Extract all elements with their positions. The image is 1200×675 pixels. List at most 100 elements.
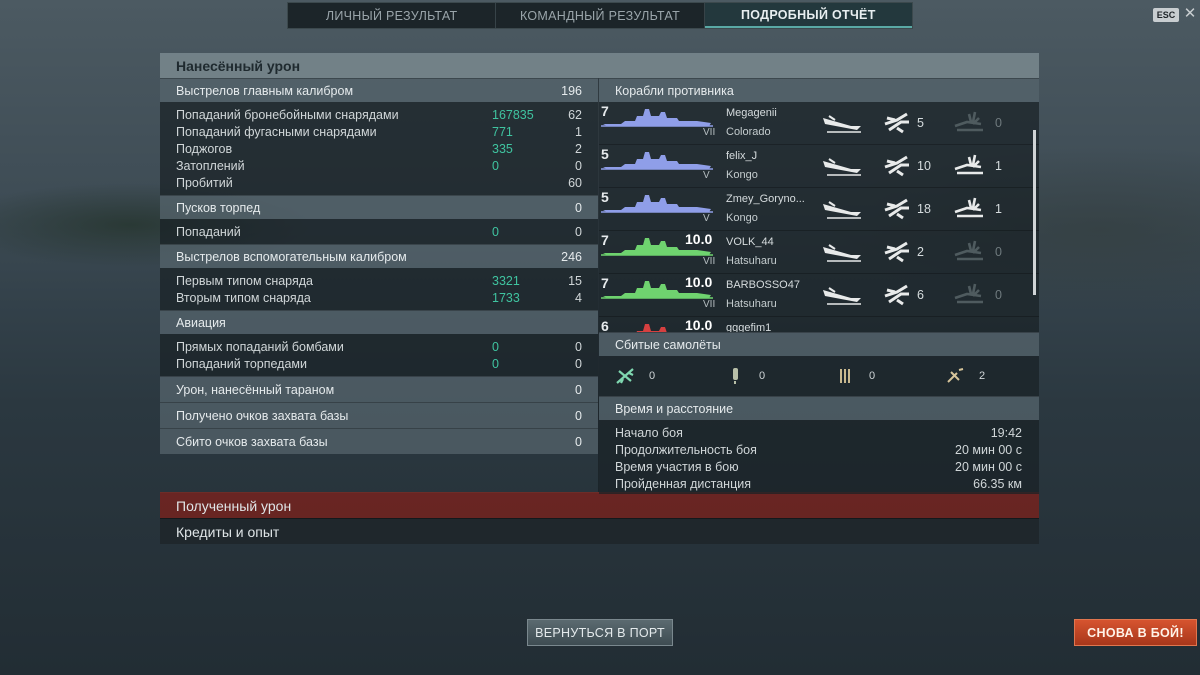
section-label: Авиация	[176, 315, 226, 330]
stat-row: Поджогов 335 2	[176, 141, 582, 156]
return-to-port-button[interactable]: ВЕРНУТЬСЯ В ПОРТ	[527, 619, 673, 646]
ship-tier: VII	[703, 299, 716, 310]
fire-icon	[884, 198, 909, 220]
stat-row: Первым типом снаряда 3321 15	[176, 273, 582, 288]
section-label: Выстрелов вспомогательным калибром	[176, 249, 407, 264]
stat-row: Попаданий торпедами 0 0	[176, 356, 582, 371]
fires-count: 5	[917, 116, 924, 130]
secondary-battery-header: Выстрелов вспомогательным калибром 246	[160, 244, 598, 268]
torpedo-bomber-icon	[840, 369, 850, 383]
received-damage-section[interactable]: Полученный урон	[160, 492, 1039, 518]
section-value: 246	[561, 249, 582, 264]
spotter-icon	[947, 368, 964, 383]
plane-stat: 0	[599, 367, 709, 385]
fires-count: 10	[917, 159, 931, 173]
flooding-icon	[954, 154, 983, 175]
fires-count: 6	[917, 288, 924, 302]
enemy-ships-list[interactable]: 7 VII Megagenii Colorado 5 0 5 Vfelix_J Kongo 10 1…	[599, 102, 1039, 332]
battle-again-button[interactable]: СНОВА В БОЙ!	[1074, 619, 1197, 646]
stat-row: Попаданий 0 0	[176, 224, 582, 239]
stat-row: Пробитий 60	[176, 175, 582, 190]
report-tabs: ЛИЧНЫЙ РЕЗУЛЬТАТ КОМАНДНЫЙ РЕЗУЛЬТАТ ПОД…	[287, 2, 913, 29]
flooding-count: 0	[995, 116, 1002, 130]
player-name: felix_J	[726, 150, 758, 162]
ram-damage-row: Урон, нанесённый тараном 0	[160, 376, 598, 402]
ship-level: 6	[601, 318, 609, 332]
capture-points-row: Получено очков захвата базы 0	[160, 402, 598, 428]
stat-row: Попаданий фугасными снарядами 771 1	[176, 124, 582, 139]
ship-level: 5	[601, 189, 609, 205]
ship-silhouette-icon	[601, 152, 713, 170]
section-value: 0	[575, 200, 582, 215]
ship-level: 5	[601, 146, 609, 162]
bomber-icon	[733, 368, 738, 384]
section-label: Выстрелов главным калибром	[176, 83, 354, 98]
stat-row: Вторым типом снаряда 1733 4	[176, 290, 582, 305]
ship-hp-value: 10.0	[685, 231, 713, 247]
enemy-ship-row: 7 VII Megagenii Colorado 5 0	[599, 102, 1039, 145]
scrollbar[interactable]	[1033, 130, 1036, 295]
esc-key-hint: ESC	[1153, 8, 1179, 22]
planes-header: Сбитые самолёты	[599, 332, 1039, 356]
enemy-ship-row: 5 Vfelix_J Kongo 10 1	[599, 145, 1039, 188]
tab-detailed-report[interactable]: ПОДРОБНЫЙ ОТЧЁТ	[704, 3, 912, 28]
stat-row: Попаданий бронебойными снарядами 167835 62	[176, 107, 582, 122]
enemy-ships-header: Корабли противника	[599, 78, 1039, 102]
report-panel: Нанесённый урон Выстрелов главным калибр…	[160, 53, 1039, 557]
section-value: 196	[561, 83, 582, 98]
fire-icon	[884, 241, 909, 263]
player-name: Zmey_Goryno...	[726, 193, 805, 205]
credits-xp-section[interactable]: Кредиты и опыт	[160, 518, 1039, 544]
time-distance-header: Время и расстояние	[599, 396, 1039, 420]
tab-team-result[interactable]: КОМАНДНЫЙ РЕЗУЛЬТАТ	[496, 3, 705, 28]
player-name: Megagenii	[726, 107, 777, 119]
ship-hit-icon	[823, 287, 861, 305]
ship-hit-icon	[823, 244, 861, 262]
ship-name: Colorado	[726, 126, 771, 138]
fire-icon	[884, 112, 909, 134]
player-name: VOLK_44	[726, 236, 774, 248]
player-name: BARBOSSO47	[726, 279, 800, 291]
plane-stat: 0	[709, 367, 819, 385]
stat-row: Затоплений 0 0	[176, 158, 582, 173]
flooding-icon	[954, 197, 983, 218]
flooding-count: 0	[995, 288, 1002, 302]
time-row: Начало боя 19:42	[615, 425, 1022, 440]
ship-name: Hatsuharu	[726, 298, 777, 310]
time-row: Пройденная дистанция 66.35 км	[615, 476, 1022, 491]
flooding-count: 1	[995, 159, 1002, 173]
ship-name: Kongo	[726, 169, 758, 181]
planes-shot-down: 0 0 0 2	[599, 356, 1039, 396]
flooding-count: 1	[995, 202, 1002, 216]
aviation-header: Авиация	[160, 310, 598, 334]
ship-level: 7	[601, 275, 609, 291]
fires-count: 2	[917, 245, 924, 259]
ship-name: Kongo	[726, 212, 758, 224]
ship-hp-value: 10.0	[685, 317, 713, 332]
flooding-icon	[954, 111, 983, 132]
main-battery-header: Выстрелов главным калибром 196	[160, 78, 598, 102]
ship-hit-icon	[823, 158, 861, 176]
enemy-info: Корабли противника 7 VII Megagenii Colorado…	[598, 78, 1039, 494]
ship-name: Hatsuharu	[726, 255, 777, 267]
enemy-ship-row: 6 10.0 gggefim1	[599, 317, 1039, 332]
stat-row: Прямых попаданий бомбами 0 0	[176, 339, 582, 354]
close-icon[interactable]: ✕	[1183, 6, 1197, 22]
damage-dealt-header[interactable]: Нанесённый урон	[160, 53, 1039, 78]
time-row: Продолжительность боя 20 мин 00 с	[615, 442, 1022, 457]
tab-personal-result[interactable]: ЛИЧНЫЙ РЕЗУЛЬТАТ	[288, 3, 497, 28]
ship-tier: V	[703, 213, 710, 224]
flooding-count: 0	[995, 245, 1002, 259]
player-name: gggefim1	[726, 322, 772, 332]
flooding-icon	[954, 240, 983, 261]
ship-hp-value: 10.0	[685, 274, 713, 290]
ship-tier: VII	[703, 256, 716, 267]
torpedoes-header: Пусков торпед 0	[160, 195, 598, 219]
flooding-icon	[954, 283, 983, 304]
ship-tier: V	[703, 170, 710, 181]
capture-reset-row: Сбито очков захвата базы 0	[160, 428, 598, 454]
enemy-ship-row: 7 10.0 VII BARBOSSO47 Hatsuharu 6 0	[599, 274, 1039, 317]
damage-stats: Выстрелов главным калибром 196 Попаданий…	[160, 78, 598, 492]
time-row: Время участия в бою 20 мин 00 с	[615, 459, 1022, 474]
section-label: Пусков торпед	[176, 200, 261, 215]
